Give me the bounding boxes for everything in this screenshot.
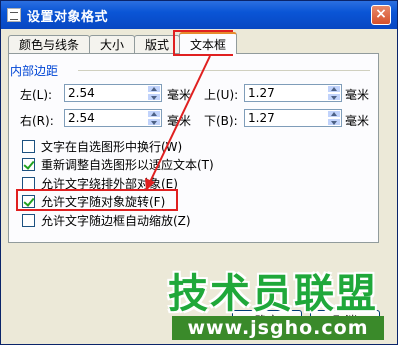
tab-strip: 颜色与线条 大小 版式 文本框 bbox=[8, 32, 238, 54]
bottom-margin-unit: 毫米 bbox=[345, 114, 370, 128]
right-margin-label: 右(R): bbox=[20, 114, 54, 128]
option-label: 文字在自选图形中换行(W) bbox=[41, 139, 183, 154]
option-resize-shape[interactable]: 重新调整自选图形以适应文本(T) bbox=[22, 156, 214, 172]
checkbox-checked[interactable] bbox=[22, 157, 35, 171]
spin-down-icon[interactable] bbox=[327, 118, 341, 126]
spin-down-icon[interactable] bbox=[147, 93, 161, 101]
left-margin-spinner[interactable]: 2.54 bbox=[64, 84, 162, 102]
option-autofit-border[interactable]: 允许文字随边框自动缩放(Z) bbox=[22, 212, 191, 228]
option-wrap-text[interactable]: 文字在自选图形中换行(W) bbox=[22, 138, 182, 154]
spin-down-icon[interactable] bbox=[147, 118, 161, 126]
checkbox[interactable] bbox=[22, 213, 35, 227]
annotation-box-option bbox=[16, 189, 178, 211]
tab-textbox[interactable]: 文本框 bbox=[179, 32, 238, 54]
title-bar[interactable]: 设置对象格式 × bbox=[1, 1, 397, 29]
right-margin-spinner[interactable]: 2.54 bbox=[64, 109, 162, 127]
top-margin-unit: 毫米 bbox=[345, 88, 370, 102]
close-button[interactable]: × bbox=[371, 5, 391, 25]
top-margin-spinner[interactable]: 1.27 bbox=[244, 84, 342, 102]
tab-color-and-lines[interactable]: 颜色与线条 bbox=[8, 35, 91, 54]
watermark-logo-text: 技术员联盟 bbox=[168, 271, 378, 317]
window-icon bbox=[7, 8, 21, 22]
right-margin-value[interactable]: 2.54 bbox=[68, 111, 95, 125]
checkbox[interactable] bbox=[22, 139, 35, 153]
top-margin-value[interactable]: 1.27 bbox=[248, 86, 275, 100]
bottom-margin-spinner[interactable]: 1.27 bbox=[244, 109, 342, 127]
group-title-internal-margin: 内部边距 bbox=[10, 64, 59, 78]
top-margin-label: 上(U): bbox=[204, 88, 239, 102]
spin-up-icon[interactable] bbox=[327, 110, 341, 118]
left-margin-value[interactable]: 2.54 bbox=[68, 86, 95, 100]
spin-up-icon[interactable] bbox=[147, 110, 161, 118]
left-margin-label: 左(L): bbox=[20, 88, 53, 102]
right-margin-unit: 毫米 bbox=[167, 114, 192, 128]
spin-up-icon[interactable] bbox=[327, 85, 341, 93]
window-title: 设置对象格式 bbox=[27, 9, 109, 25]
option-label: 重新调整自选图形以适应文本(T) bbox=[41, 157, 214, 172]
option-label: 允许文字随边框自动缩放(Z) bbox=[41, 213, 191, 228]
spin-up-icon[interactable] bbox=[147, 85, 161, 93]
group-divider bbox=[78, 70, 370, 71]
left-margin-unit: 毫米 bbox=[167, 88, 192, 102]
bottom-margin-label: 下(B): bbox=[204, 114, 238, 128]
checkbox[interactable] bbox=[22, 176, 35, 190]
bottom-margin-value[interactable]: 1.27 bbox=[248, 111, 275, 125]
spin-down-icon[interactable] bbox=[327, 93, 341, 101]
tab-size[interactable]: 大小 bbox=[89, 35, 136, 54]
watermark-url: www.jsgho.com bbox=[172, 316, 384, 340]
